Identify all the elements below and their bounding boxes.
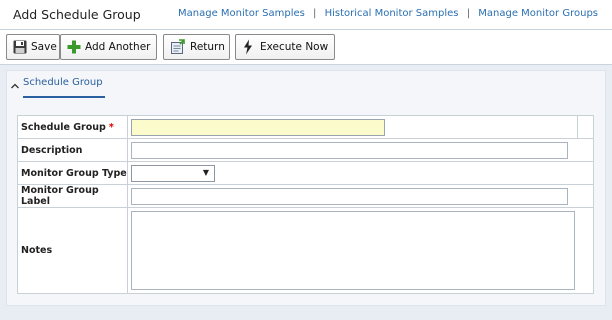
- monitor-group-label-label: Monitor Group Label: [21, 185, 99, 207]
- return-document-icon: [170, 39, 186, 55]
- manage-monitor-samples-link[interactable]: Manage Monitor Samples: [178, 8, 305, 19]
- notes-label-cell: Notes: [17, 207, 128, 294]
- floppy-disk-icon: [13, 40, 27, 54]
- form-row: Monitor Group Label: [17, 184, 594, 208]
- form-row: Monitor Group Type ▼: [17, 161, 594, 185]
- return-button[interactable]: Return: [163, 34, 230, 60]
- add-another-label: Add Another: [85, 41, 151, 53]
- add-another-button[interactable]: Add Another: [60, 34, 157, 60]
- monitor-group-label-label-cell: Monitor Group Label: [17, 184, 128, 208]
- panel-tab-header: Schedule Group: [7, 71, 605, 99]
- return-label: Return: [190, 41, 225, 53]
- historical-monitor-samples-link[interactable]: Historical Monitor Samples: [325, 8, 459, 19]
- description-label: Description: [21, 144, 83, 156]
- save-label: Save: [31, 41, 57, 53]
- required-marker: *: [108, 121, 114, 133]
- form-row: Description: [17, 138, 594, 162]
- notes-value-cell: [127, 207, 594, 294]
- description-value-cell: [127, 138, 594, 162]
- tab-schedule-group[interactable]: Schedule Group: [23, 76, 105, 98]
- schedule-group-panel: Schedule Group Schedule Group * Descripti…: [6, 70, 606, 306]
- save-button[interactable]: Save: [6, 34, 60, 60]
- toolbar: Save Add Another Return Execute Now: [0, 29, 612, 65]
- top-links: Manage Monitor Samples | Historical Moni…: [178, 8, 598, 19]
- schedule-group-form: Schedule Group * Description Monitor Grou…: [17, 115, 594, 294]
- schedule-group-label-cell: Schedule Group *: [17, 115, 128, 139]
- page-header: Add Schedule Group Manage Monitor Sample…: [0, 0, 612, 29]
- manage-monitor-groups-link[interactable]: Manage Monitor Groups: [478, 8, 598, 19]
- schedule-group-label: Schedule Group: [21, 121, 106, 133]
- execute-now-label: Execute Now: [260, 41, 329, 53]
- schedule-group-value-cell: [127, 115, 578, 139]
- lightning-icon: [242, 39, 254, 55]
- green-plus-icon: [67, 40, 81, 54]
- notes-textarea[interactable]: [131, 211, 575, 290]
- form-row: Notes: [17, 207, 594, 294]
- execute-now-button[interactable]: Execute Now: [235, 34, 335, 60]
- form-row: Schedule Group *: [17, 115, 594, 139]
- monitor-group-type-label-cell: Monitor Group Type: [17, 161, 128, 185]
- link-separator: |: [313, 8, 317, 19]
- dropdown-arrow-icon: ▼: [202, 167, 209, 177]
- monitor-group-type-label: Monitor Group Type: [21, 167, 127, 179]
- link-separator: |: [466, 8, 471, 19]
- description-input[interactable]: [131, 141, 568, 159]
- schedule-group-input[interactable]: [131, 118, 385, 136]
- row-end-cell: [577, 115, 594, 139]
- chevron-up-icon[interactable]: [11, 81, 19, 92]
- description-label-cell: Description: [17, 138, 128, 162]
- monitor-group-label-value-cell: [127, 184, 594, 208]
- page-title: Add Schedule Group: [13, 7, 141, 22]
- notes-label: Notes: [21, 245, 53, 256]
- monitor-group-type-value-cell: ▼: [127, 161, 594, 185]
- monitor-group-label-input[interactable]: [131, 187, 568, 205]
- monitor-group-type-select[interactable]: ▼: [131, 164, 215, 182]
